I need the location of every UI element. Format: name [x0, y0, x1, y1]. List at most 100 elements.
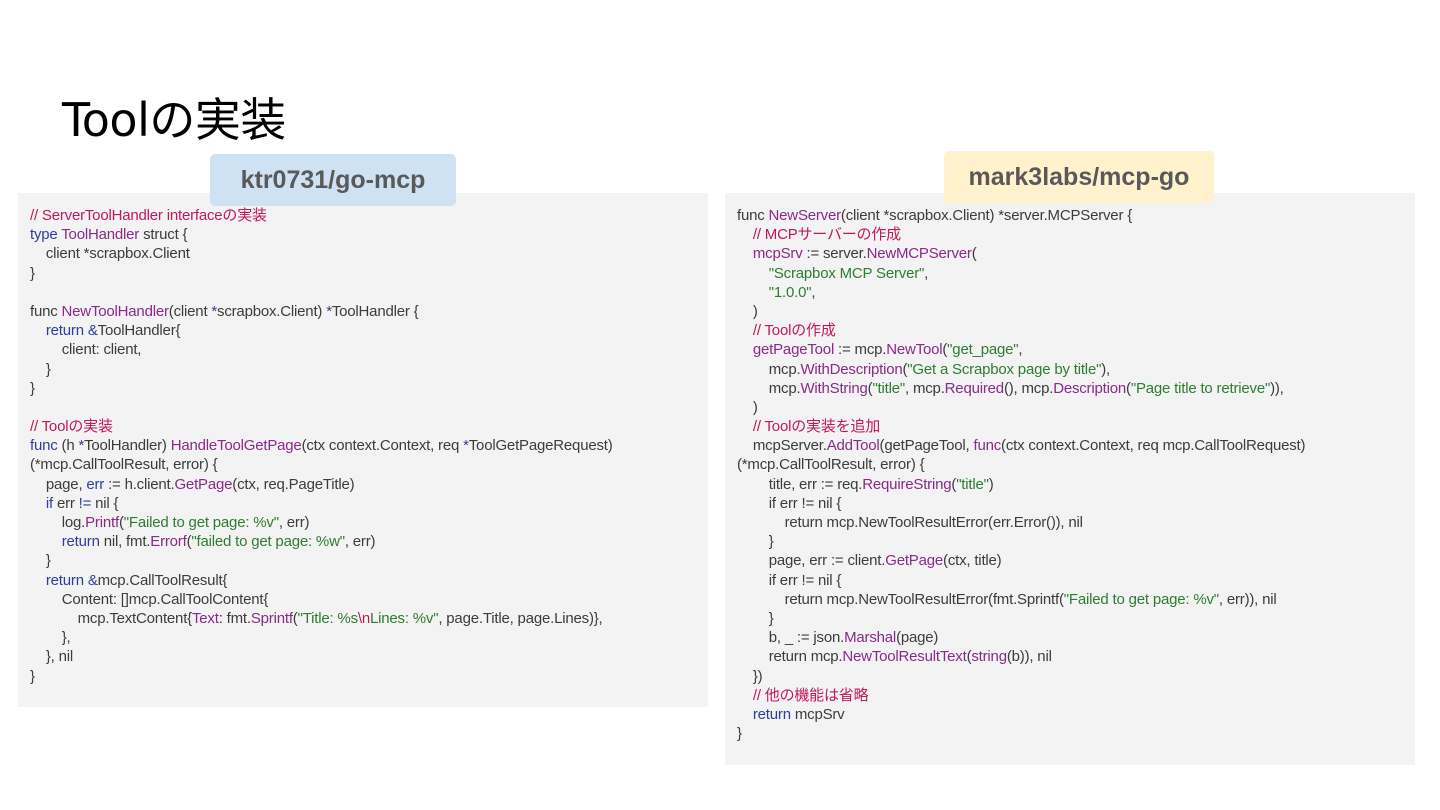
code-token: RequireString — [862, 475, 952, 493]
code-line: (*mcp.CallToolResult, error) { — [737, 455, 1415, 474]
code-line: mcp.WithString("title", mcp.Required(), … — [737, 379, 1415, 398]
code-line: func NewToolHandler(client *scrapbox.Cli… — [30, 302, 708, 321]
code-token: mcpSrv — [790, 705, 845, 723]
code-token: func — [30, 437, 62, 455]
code-token: "Get a Scrapbox page by title" — [907, 360, 1102, 378]
code-token: , — [924, 264, 929, 282]
code-token: WithDescription — [800, 360, 903, 378]
code-token: err — [86, 475, 105, 493]
code-token: (*mcp.CallToolResult, error) { — [737, 456, 925, 474]
code-token: mcp. — [737, 379, 801, 397]
code-token: ), — [1101, 360, 1110, 378]
code-token: mcp. — [737, 360, 801, 378]
code-line: b, _ := json.Marshal(page) — [737, 628, 1415, 647]
code-token: // MCPサーバーの作成 — [752, 226, 901, 244]
code-token: (client — [168, 302, 212, 320]
code-line: }, — [30, 628, 708, 647]
code-line: return nil, fmt.Errorf("failed to get pa… — [30, 532, 708, 551]
code-line: ) — [737, 398, 1415, 417]
code-token: ) — [988, 475, 994, 493]
code-token: Description — [1053, 379, 1127, 397]
code-token: (b)), nil — [1006, 648, 1052, 666]
code-token: := server. — [802, 245, 867, 263]
code-token: if — [45, 494, 57, 512]
code-token: getPageTool — [752, 341, 835, 359]
code-token: mcpSrv — [752, 245, 803, 263]
code-line: func (h *ToolHandler) HandleToolGetPage(… — [30, 436, 708, 455]
code-token: )), — [1270, 379, 1284, 397]
code-token: Text — [191, 609, 219, 627]
code-token: return mcp. — [737, 648, 843, 666]
code-line: log.Printf("Failed to get page: %v", err… — [30, 513, 708, 532]
code-token: GetPage — [174, 475, 233, 493]
code-token: func — [30, 302, 62, 320]
code-line: "1.0.0", — [737, 283, 1415, 302]
code-line: // Toolの実装を追加 — [737, 417, 1415, 436]
code-token: : fmt. — [218, 609, 251, 627]
code-line: // ServerToolHandler interfaceの実装 — [30, 206, 708, 225]
code-token: NewServer — [768, 207, 842, 224]
code-token: mcp.TextContent{ — [30, 609, 193, 627]
code-token: GetPage — [885, 552, 944, 570]
code-token: (ctx context.Context, req — [301, 437, 464, 455]
code-line: } — [737, 532, 1415, 551]
code-line: title, err := req.RequireString("title") — [737, 475, 1415, 494]
code-token: ToolHandler { — [331, 302, 419, 320]
library-badge-mcp-go: mark3labs/mcp-go — [944, 151, 1214, 203]
code-token: // ServerToolHandler interfaceの実装 — [30, 207, 267, 224]
code-token: log. — [30, 514, 86, 531]
code-line: } — [737, 724, 1415, 743]
code-token: struct { — [139, 226, 188, 244]
code-token: , err)), nil — [1218, 590, 1277, 608]
code-token: title, err := req. — [737, 475, 863, 493]
code-token: // Toolの実装 — [30, 418, 113, 436]
code-token: ToolHandler) — [84, 437, 171, 455]
code-token: } — [30, 379, 35, 397]
code-token: ToolHandler{ — [97, 322, 181, 340]
code-token: return & — [45, 571, 98, 589]
code-line: return mcp.NewToolResultText(string(b)),… — [737, 647, 1415, 666]
code-token: Lines: %v" — [370, 609, 439, 627]
code-token: NewToolHandler — [61, 302, 169, 320]
code-token: (ctx context.Context, req mcp.CallToolRe… — [1001, 437, 1306, 455]
code-token: return — [61, 533, 100, 551]
code-token: , — [1018, 341, 1023, 359]
code-token: return mcp.NewToolResultError(fmt.Sprint… — [737, 590, 1064, 608]
code-token: "Scrapbox MCP Server" — [768, 264, 925, 282]
code-token: mcp.CallToolResult{ — [97, 571, 228, 589]
code-token: ) — [737, 398, 758, 416]
code-token: NewTool — [886, 341, 943, 359]
code-token: "1.0.0" — [768, 283, 812, 301]
code-token: nil, fmt. — [99, 533, 151, 551]
code-token: , page.Title, page.Lines)}, — [438, 609, 603, 627]
code-line: getPageTool := mcp.NewTool("get_page", — [737, 340, 1415, 359]
code-token: Content: []mcp.CallToolContent{ — [30, 590, 269, 608]
code-token: func — [973, 437, 1002, 455]
code-token: NewMCPServer — [866, 245, 972, 263]
code-token: } — [30, 360, 51, 378]
code-token: != — [78, 494, 92, 512]
code-token: } — [737, 725, 742, 743]
code-token: Required — [944, 379, 1004, 397]
code-token: page, — [30, 475, 87, 493]
code-token: err — [56, 494, 79, 512]
code-token: HandleToolGetPage — [170, 437, 302, 455]
code-token: (*mcp.CallToolResult, error) { — [30, 456, 218, 474]
code-line: mcpServer.AddTool(getPageTool, func(ctx … — [737, 436, 1415, 455]
code-token: ( — [971, 245, 977, 263]
code-line: if err != nil { — [737, 571, 1415, 590]
code-line: mcpSrv := server.NewMCPServer( — [737, 244, 1415, 263]
code-token: ToolHandler — [61, 226, 140, 244]
code-token: , err) — [344, 533, 376, 551]
code-line: // MCPサーバーの作成 — [737, 225, 1415, 244]
code-token: ToolGetPageRequest) — [468, 437, 613, 455]
